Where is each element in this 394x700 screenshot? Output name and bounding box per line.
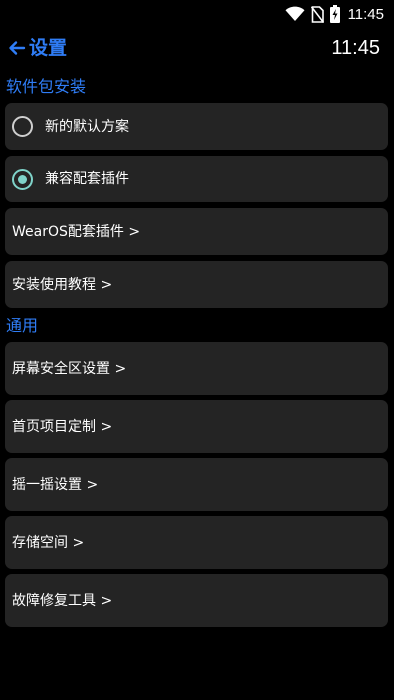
link-repair-tool[interactable]: 故障修复工具 >: [5, 574, 388, 627]
link-screen-safe-area[interactable]: 屏幕安全区设置 >: [5, 342, 388, 395]
option-new-default[interactable]: 新的默认方案: [5, 103, 388, 150]
link-storage[interactable]: 存储空间 >: [5, 516, 388, 569]
status-icons: 11:45: [285, 4, 384, 24]
arrow-left-icon: [8, 39, 26, 57]
link-label: 屏幕安全区设置 >: [12, 360, 127, 377]
section-title-general: 通用: [6, 316, 39, 335]
link-install-tutorial[interactable]: 安装使用教程 >: [5, 261, 388, 308]
link-label: 存储空间 >: [12, 534, 85, 551]
header: 设置 11:45: [0, 30, 394, 66]
link-label: WearOS配套插件 >: [12, 223, 141, 240]
option-label: 新的默认方案: [45, 118, 129, 135]
section-title-package: 软件包安装: [6, 77, 87, 96]
option-compat-plugin[interactable]: 兼容配套插件: [5, 156, 388, 202]
radio-checked-icon[interactable]: [12, 168, 33, 190]
link-label: 摇一摇设置 >: [12, 476, 99, 493]
status-bar: 11:45: [0, 0, 394, 28]
page-title: 设置: [29, 37, 68, 59]
link-label: 安装使用教程 >: [12, 276, 113, 293]
status-time: 11:45: [347, 5, 384, 23]
radio-unchecked-icon[interactable]: [12, 116, 33, 137]
link-label: 故障修复工具 >: [12, 592, 113, 609]
link-home-customize[interactable]: 首页项目定制 >: [5, 400, 388, 453]
link-label: 首页项目定制 >: [12, 418, 113, 435]
link-wearos-plugin[interactable]: WearOS配套插件 >: [5, 208, 388, 255]
wifi-icon: [285, 6, 305, 22]
option-label: 兼容配套插件: [45, 171, 129, 187]
no-sim-icon: [310, 5, 324, 23]
back-button[interactable]: 设置: [8, 36, 67, 60]
header-clock: 11:45: [331, 37, 380, 59]
link-shake-settings[interactable]: 摇一摇设置 >: [5, 458, 388, 511]
battery-charging-icon: [329, 5, 340, 23]
